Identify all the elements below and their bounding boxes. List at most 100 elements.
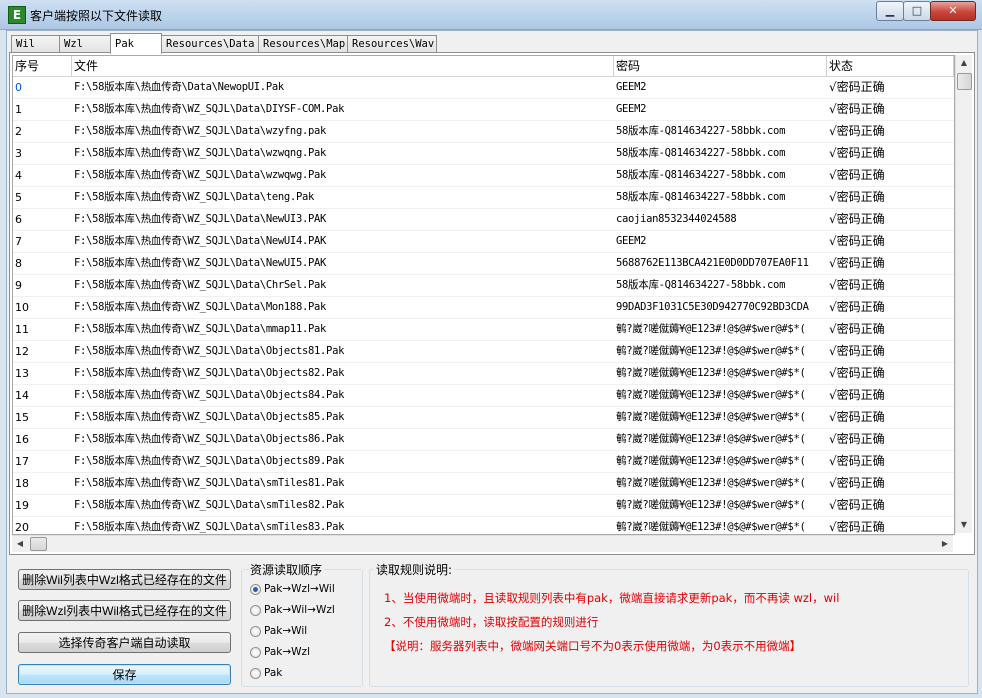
client-area: Wil Wzl Pak Resources\Data Resources\Map… — [6, 30, 978, 694]
tab-resources-wav[interactable]: Resources\Wav — [347, 35, 437, 53]
column-header-status[interactable]: 状态 — [827, 56, 954, 76]
file-grid[interactable]: 序号 文件 密码 状态 0 F:\58版本库\热血传奇\Data\NewopUI.… — [12, 55, 955, 535]
table-row[interactable]: 5 F:\58版本库\热血传奇\WZ_SQJL\Data\teng.Pak 58版本… — [13, 187, 954, 209]
cell-file: F:\58版本库\热血传奇\WZ_SQJL\Data\Mon188.Pak — [74, 301, 327, 313]
cell-index: 14 — [15, 389, 29, 402]
close-button[interactable]: ✕ — [930, 1, 976, 21]
cell-index: 10 — [15, 301, 29, 314]
grid-header: 序号 文件 密码 状态 — [13, 56, 954, 77]
cell-file: F:\58版本库\热血传奇\WZ_SQJL\Data\Objects82.Pak — [74, 367, 345, 379]
table-row[interactable]: 4 F:\58版本库\热血传奇\WZ_SQJL\Data\wzwqwg.Pak 58… — [13, 165, 954, 187]
cell-password: 58版本库-Q814634227-58bbk.com — [616, 279, 786, 291]
radio-icon — [250, 583, 261, 595]
cell-password: 鹌?崴?嗟僦薅¥@E123#!@$@#$wer@#$*( — [616, 499, 806, 511]
table-row[interactable]: 13 F:\58版本库\热血传奇\WZ_SQJL\Data\Objects82.P… — [13, 363, 954, 385]
vertical-scroll-thumb[interactable] — [957, 73, 972, 90]
scroll-up-icon[interactable]: ▲ — [956, 55, 972, 71]
table-row[interactable]: 20 F:\58版本库\热血传奇\WZ_SQJL\Data\smTiles83.P… — [13, 517, 954, 534]
cell-index: 13 — [15, 367, 29, 380]
cell-file: F:\58版本库\热血传奇\WZ_SQJL\Data\NewUI5.PAK — [74, 257, 327, 269]
table-row[interactable]: 1 F:\58版本库\热血传奇\WZ_SQJL\Data\DIYSF-COM.Pa… — [13, 99, 954, 121]
radio-icon — [250, 604, 261, 616]
cell-password: 58版本库-Q814634227-58bbk.com — [616, 125, 786, 137]
close-icon: ✕ — [948, 4, 958, 17]
window-title: 客户端按照以下文件读取 — [30, 9, 163, 23]
scroll-right-icon[interactable]: ▶ — [937, 536, 953, 552]
rule-line-2: 2、不使用微端时，读取按配置的规则进行 — [384, 615, 599, 629]
cell-index: 6 — [15, 213, 22, 226]
cell-file: F:\58版本库\热血传奇\WZ_SQJL\Data\wzyfng.pak — [74, 125, 327, 137]
radio-pak-wil-wzl[interactable]: Pak→Wil→Wzl — [250, 602, 335, 618]
cell-file: F:\58版本库\热血传奇\WZ_SQJL\Data\DIYSF-COM.Pak — [74, 103, 345, 115]
scroll-down-icon[interactable]: ▼ — [956, 517, 972, 533]
rule-line-note: 【说明：服务器列表中，微端网关端口号不为0表示使用微端，为0表示不用微端】 — [384, 639, 802, 653]
table-row[interactable]: 18 F:\58版本库\热血传奇\WZ_SQJL\Data\smTiles81.P… — [13, 473, 954, 495]
table-row[interactable]: 9 F:\58版本库\热血传奇\WZ_SQJL\Data\ChrSel.Pak 58… — [13, 275, 954, 297]
horizontal-scrollbar[interactable]: ◀ ▶ — [12, 535, 953, 552]
maximize-button[interactable]: □ — [903, 1, 931, 21]
cell-file: F:\58版本库\热血传奇\Data\NewopUI.Pak — [74, 81, 284, 93]
cell-password: GEEM2 — [616, 235, 647, 247]
cell-index: 9 — [15, 279, 22, 292]
scroll-left-icon[interactable]: ◀ — [12, 536, 28, 552]
table-row[interactable]: 8 F:\58版本库\热血传奇\WZ_SQJL\Data\NewUI5.PAK 56… — [13, 253, 954, 275]
window-controls: ▁ □ ✕ — [876, 1, 976, 21]
table-row[interactable]: 16 F:\58版本库\热血传奇\WZ_SQJL\Data\Objects86.P… — [13, 429, 954, 451]
cell-status: √密码正确 — [829, 102, 885, 116]
cell-status: √密码正确 — [829, 366, 885, 380]
grid-body: 0 F:\58版本库\热血传奇\Data\NewopUI.Pak GEEM2 √密码正… — [13, 77, 954, 534]
cell-status: √密码正确 — [829, 278, 885, 292]
cell-file: F:\58版本库\热血传奇\WZ_SQJL\Data\NewUI3.PAK — [74, 213, 327, 225]
column-header-index[interactable]: 序号 — [13, 56, 72, 76]
delete-wil-duplicates-button[interactable]: 删除Wil列表中Wzl格式已经存在的文件 — [18, 569, 231, 590]
column-header-password[interactable]: 密码 — [614, 56, 827, 76]
horizontal-scroll-thumb[interactable] — [30, 537, 47, 551]
tab-wil[interactable]: Wil — [11, 35, 60, 53]
resource-order-group: 资源读取顺序 Pak→Wzl→Wil Pak→Wil→Wzl Pak→Wil P… — [241, 561, 363, 687]
cell-password: 58版本库-Q814634227-58bbk.com — [616, 191, 786, 203]
radio-pak[interactable]: Pak — [250, 665, 282, 681]
cell-file: F:\58版本库\热血传奇\WZ_SQJL\Data\Objects81.Pak — [74, 345, 345, 357]
save-button[interactable]: 保存 — [18, 664, 231, 685]
minimize-button[interactable]: ▁ — [876, 1, 904, 21]
delete-wzl-duplicates-button[interactable]: 删除Wzl列表中Wil格式已经存在的文件 — [18, 600, 231, 621]
table-row[interactable]: 15 F:\58版本库\热血传奇\WZ_SQJL\Data\Objects85.P… — [13, 407, 954, 429]
table-row[interactable]: 2 F:\58版本库\热血传奇\WZ_SQJL\Data\wzyfng.pak 58… — [13, 121, 954, 143]
cell-index: 20 — [15, 521, 29, 534]
tab-strip: Wil Wzl Pak Resources\Data Resources\Map… — [11, 33, 437, 54]
table-row[interactable]: 7 F:\58版本库\热血传奇\WZ_SQJL\Data\NewUI4.PAK GE… — [13, 231, 954, 253]
table-row[interactable]: 10 F:\58版本库\热血传奇\WZ_SQJL\Data\Mon188.Pak 9… — [13, 297, 954, 319]
cell-password: 鹌?崴?嗟僦薅¥@E123#!@$@#$wer@#$*( — [616, 477, 806, 489]
tab-pak[interactable]: Pak — [110, 33, 162, 54]
cell-password: 鹌?崴?嗟僦薅¥@E123#!@$@#$wer@#$*( — [616, 455, 806, 467]
cell-password: GEEM2 — [616, 103, 647, 115]
table-row[interactable]: 17 F:\58版本库\热血传奇\WZ_SQJL\Data\Objects89.P… — [13, 451, 954, 473]
table-row[interactable]: 19 F:\58版本库\热血传奇\WZ_SQJL\Data\smTiles82.P… — [13, 495, 954, 517]
cell-status: √密码正确 — [829, 410, 885, 424]
tab-resources-data[interactable]: Resources\Data — [161, 35, 259, 53]
table-row[interactable]: 6 F:\58版本库\热血传奇\WZ_SQJL\Data\NewUI3.PAK ca… — [13, 209, 954, 231]
column-header-file[interactable]: 文件 — [72, 56, 614, 76]
cell-status: √密码正确 — [829, 234, 885, 248]
auto-read-client-button[interactable]: 选择传奇客户端自动读取 — [18, 632, 231, 653]
table-row[interactable]: 3 F:\58版本库\热血传奇\WZ_SQJL\Data\wzwqng.Pak 58… — [13, 143, 954, 165]
cell-file: F:\58版本库\热血传奇\WZ_SQJL\Data\smTiles82.Pak — [74, 499, 345, 511]
radio-icon — [250, 625, 261, 637]
radio-pak-wzl-wil[interactable]: Pak→Wzl→Wil — [250, 581, 335, 597]
cell-file: F:\58版本库\热血传奇\WZ_SQJL\Data\Objects84.Pak — [74, 389, 345, 401]
radio-pak-wzl[interactable]: Pak→Wzl — [250, 644, 310, 660]
table-row[interactable]: 14 F:\58版本库\热血传奇\WZ_SQJL\Data\Objects84.P… — [13, 385, 954, 407]
table-row[interactable]: 12 F:\58版本库\热血传奇\WZ_SQJL\Data\Objects81.P… — [13, 341, 954, 363]
cell-index: 19 — [15, 499, 29, 512]
table-row[interactable]: 0 F:\58版本库\热血传奇\Data\NewopUI.Pak GEEM2 √密码正… — [13, 77, 954, 99]
cell-status: √密码正确 — [829, 168, 885, 182]
cell-status: √密码正确 — [829, 520, 885, 534]
cell-status: √密码正确 — [829, 498, 885, 512]
read-rules-title: 读取规则说明: — [374, 561, 455, 578]
vertical-scrollbar[interactable]: ▲ ▼ — [955, 55, 972, 533]
tab-resources-map[interactable]: Resources\Map — [258, 35, 348, 53]
table-row[interactable]: 11 F:\58版本库\热血传奇\WZ_SQJL\Data\mmap11.Pak 鹌… — [13, 319, 954, 341]
tab-wzl[interactable]: Wzl — [59, 35, 111, 53]
title-bar: E 客户端按照以下文件读取 ▁ □ ✕ — [0, 0, 982, 30]
radio-pak-wil[interactable]: Pak→Wil — [250, 623, 307, 639]
